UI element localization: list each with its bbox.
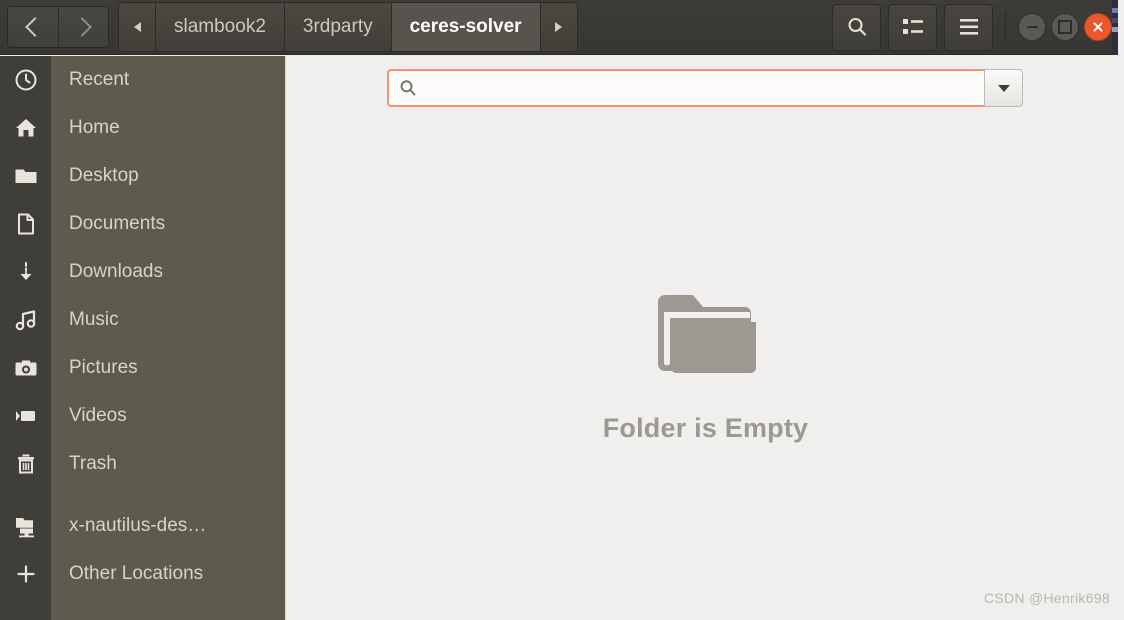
minimize-icon	[1026, 26, 1038, 28]
header-actions	[825, 3, 1118, 51]
navigation-buttons	[7, 6, 109, 48]
breadcrumb: slambook2 3rdparty ceres-solver	[118, 2, 578, 52]
video-icon	[0, 392, 51, 440]
sidebar: Recent Home Desktop Documents Downloads …	[0, 56, 286, 620]
sidebar-item-label: Recent	[69, 69, 130, 90]
sidebar-item-label: Documents	[69, 213, 166, 234]
menu-button[interactable]	[944, 3, 993, 51]
home-icon	[0, 104, 51, 152]
empty-folder-state: Folder is Empty	[287, 288, 1124, 444]
sidebar-item-label: Home	[69, 117, 120, 138]
sidebar-item-x-nautilus-desktop[interactable]: x-nautilus-des…	[0, 502, 285, 550]
breadcrumb-item-3rdparty[interactable]: 3rdparty	[283, 3, 391, 51]
sidebar-item-recent[interactable]: Recent	[0, 56, 285, 104]
view-options-button[interactable]	[888, 3, 937, 51]
forward-button[interactable]	[58, 7, 108, 47]
edge-mark	[1112, 27, 1118, 32]
download-icon	[0, 248, 51, 296]
sidebar-item-desktop[interactable]: Desktop	[0, 152, 285, 200]
chevron-right-icon	[71, 17, 92, 37]
search-icon	[389, 79, 425, 97]
minimize-button[interactable]	[1018, 13, 1046, 41]
breadcrumb-item-ceres-solver[interactable]: ceres-solver	[390, 3, 541, 51]
search-dropdown-button[interactable]	[984, 69, 1023, 107]
sidebar-item-label: Desktop	[69, 165, 139, 186]
chevron-down-icon	[997, 84, 1010, 92]
folder-icon	[0, 152, 51, 200]
sidebar-item-pictures[interactable]: Pictures	[0, 344, 285, 392]
sidebar-item-label: Downloads	[69, 261, 163, 282]
header-separator	[1005, 10, 1006, 44]
window-edge-strip	[1112, 0, 1118, 55]
camera-icon	[0, 344, 51, 392]
breadcrumb-scroll-right-button[interactable]	[540, 3, 577, 51]
trash-icon	[0, 440, 51, 488]
close-button[interactable]	[1084, 13, 1112, 41]
network-icon	[0, 502, 51, 550]
edge-mark	[1112, 18, 1118, 23]
empty-folder-message: Folder is Empty	[602, 413, 809, 443]
file-manager-window: slambook2 3rdparty ceres-solver Recent H…	[0, 0, 1124, 620]
sidebar-list: Recent Home Desktop Documents Downloads …	[0, 56, 285, 598]
sidebar-item-label: Other Locations	[69, 563, 204, 584]
music-icon	[0, 296, 51, 344]
hamburger-menu-icon	[959, 19, 978, 35]
search-button[interactable]	[832, 3, 881, 51]
search-input[interactable]	[425, 79, 955, 97]
header-bar: slambook2 3rdparty ceres-solver	[0, 0, 1118, 55]
sidebar-item-music[interactable]: Music	[0, 296, 285, 344]
search-field-container[interactable]	[387, 69, 984, 107]
triangle-left-icon	[133, 22, 141, 32]
maximize-icon	[1058, 20, 1072, 34]
sidebar-item-label: Trash	[69, 453, 117, 474]
sidebar-item-home[interactable]: Home	[0, 104, 285, 152]
chevron-left-icon	[25, 17, 45, 37]
sidebar-item-downloads[interactable]: Downloads	[0, 248, 285, 296]
close-icon	[1092, 21, 1104, 33]
folder-icon	[657, 295, 756, 373]
main-content: Folder is Empty CSDN @Henrik698	[287, 56, 1124, 620]
sidebar-item-label: Pictures	[69, 357, 138, 378]
list-view-icon	[902, 19, 923, 34]
edge-mark	[1112, 8, 1118, 13]
sidebar-item-documents[interactable]: Documents	[0, 200, 285, 248]
breadcrumb-item-slambook2[interactable]: slambook2	[155, 3, 284, 51]
sidebar-item-label: Music	[69, 309, 119, 330]
back-button[interactable]	[8, 7, 58, 47]
clock-icon	[0, 56, 51, 104]
sidebar-item-videos[interactable]: Videos	[0, 392, 285, 440]
document-icon	[0, 200, 51, 248]
search-bar	[387, 69, 1023, 107]
maximize-button[interactable]	[1051, 13, 1079, 41]
breadcrumb-scroll-left-button[interactable]	[119, 3, 155, 51]
triangle-right-icon	[555, 22, 563, 32]
sidebar-item-label: x-nautilus-des…	[69, 515, 207, 536]
plus-icon	[0, 550, 51, 598]
sidebar-item-trash[interactable]: Trash	[0, 440, 285, 488]
watermark: CSDN @Henrik698	[983, 590, 1110, 606]
search-icon	[848, 18, 866, 36]
sidebar-item-other-locations[interactable]: Other Locations	[0, 550, 285, 598]
sidebar-item-label: Videos	[69, 405, 127, 426]
